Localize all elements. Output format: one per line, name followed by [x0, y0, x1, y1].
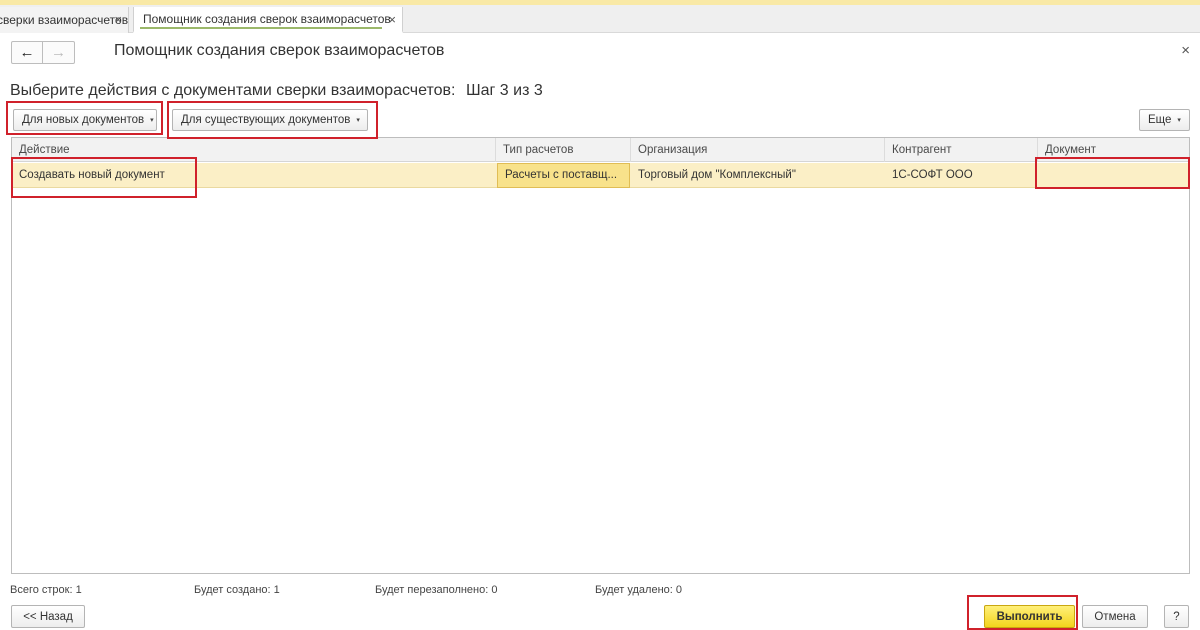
step-prompt: Выберите действия с документами сверки в… — [10, 82, 456, 99]
tab-label: сверки взаиморасчетов — [0, 13, 128, 27]
close-icon[interactable]: × — [114, 12, 122, 27]
step-heading: Выберите действия с документами сверки в… — [10, 82, 549, 100]
history-nav: ← → — [11, 41, 75, 64]
more-label: Еще — [1148, 114, 1172, 126]
execute-button[interactable]: Выполнить — [984, 605, 1075, 628]
cell-counterparty[interactable]: 1С-СОФТ ООО — [885, 163, 1038, 188]
tab-reconciliation-wizard[interactable]: Помощник создания сверок взаиморасчетов … — [133, 7, 403, 33]
table-header: Действие Тип расчетов Организация Контра… — [12, 138, 1189, 162]
more-button[interactable]: Еще ▾ — [1139, 109, 1190, 131]
chevron-down-icon: ▾ — [150, 117, 154, 124]
new-documents-label: Для новых документов — [22, 114, 145, 126]
column-header-organization[interactable]: Организация — [631, 138, 885, 162]
tab-label: Помощник создания сверок взаиморасчетов — [143, 12, 391, 26]
chevron-down-icon: ▾ — [356, 117, 360, 124]
existing-documents-label: Для существующих документов — [181, 114, 351, 126]
stat-to-refill: Будет перезаполнено: 0 — [375, 584, 498, 596]
forward-arrow-icon[interactable]: → — [43, 41, 75, 64]
cell-action[interactable]: Создавать новый документ — [12, 163, 496, 188]
column-header-settlement-type[interactable]: Тип расчетов — [496, 138, 631, 162]
step-counter: Шаг 3 из 3 — [465, 82, 543, 99]
new-documents-button[interactable]: Для новых документов ▾ — [13, 109, 157, 131]
cell-document[interactable] — [1038, 163, 1190, 188]
tab-strip: сверки взаиморасчетов × Помощник создани… — [0, 5, 1200, 33]
stat-to-delete: Будет удалено: 0 — [595, 584, 683, 596]
existing-documents-button[interactable]: Для существующих документов ▾ — [172, 109, 368, 131]
table-row[interactable]: Создавать новый документ Расчеты с поста… — [12, 163, 1189, 188]
stat-total-rows: Всего строк: 1 — [10, 584, 82, 596]
back-arrow-icon[interactable]: ← — [11, 41, 43, 64]
window-title: Помощник создания сверок взаиморасчетов — [114, 42, 445, 59]
tab-reconciliations[interactable]: сверки взаиморасчетов × — [0, 7, 129, 33]
cell-organization[interactable]: Торговый дом "Комплексный" — [631, 163, 885, 188]
column-header-counterparty[interactable]: Контрагент — [885, 138, 1038, 162]
help-button[interactable]: ? — [1164, 605, 1189, 628]
column-header-document[interactable]: Документ — [1038, 138, 1190, 162]
close-icon[interactable]: × — [388, 12, 396, 27]
close-icon[interactable]: × — [1181, 42, 1190, 59]
cell-settlement-type[interactable]: Расчеты с поставщ... — [497, 163, 630, 188]
column-header-action[interactable]: Действие — [12, 138, 496, 162]
back-button[interactable]: << Назад — [11, 605, 85, 628]
actions-table: Действие Тип расчетов Организация Контра… — [11, 137, 1190, 574]
cancel-button[interactable]: Отмена — [1082, 605, 1148, 628]
chevron-down-icon: ▾ — [1177, 117, 1181, 124]
stat-to-create: Будет создано: 1 — [194, 584, 280, 596]
